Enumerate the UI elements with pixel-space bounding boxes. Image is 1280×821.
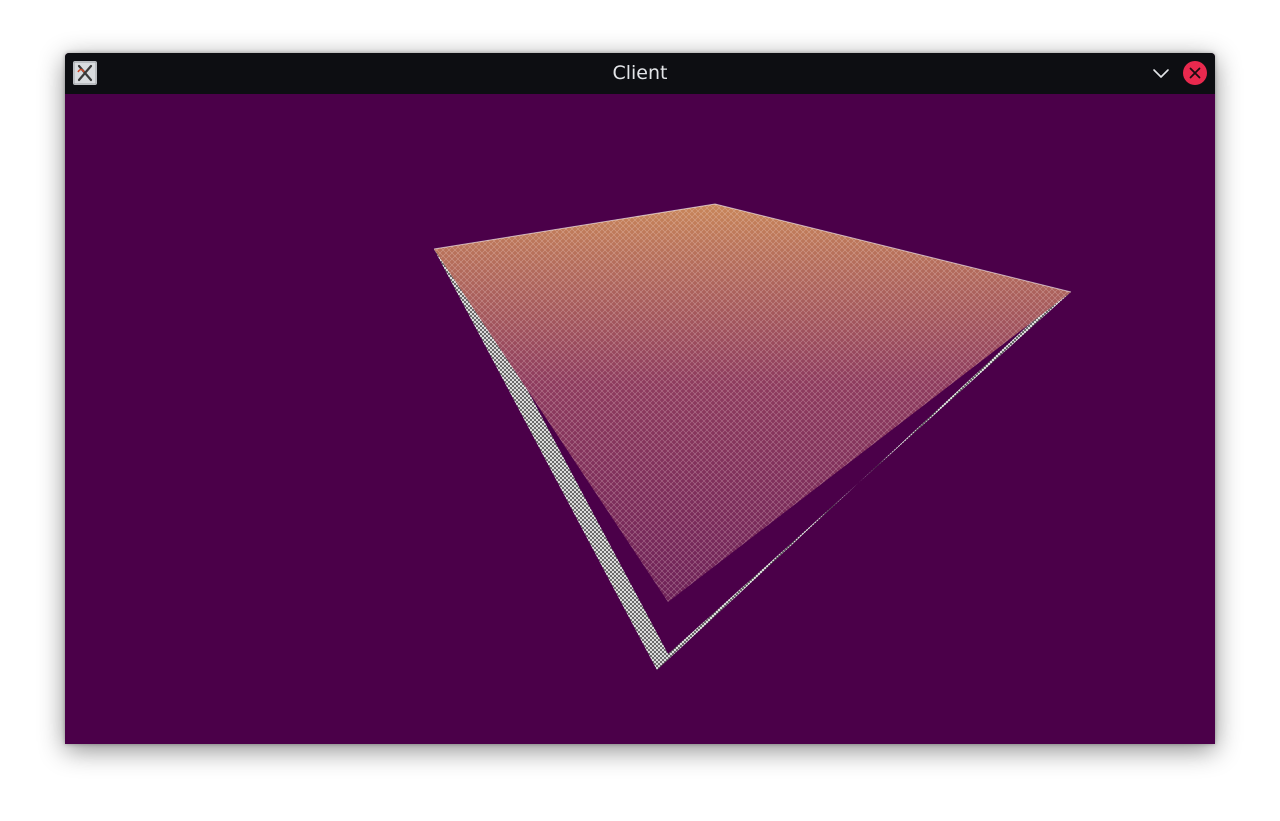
close-icon — [1189, 67, 1201, 79]
close-button[interactable] — [1183, 61, 1207, 85]
chevron-down-icon — [1153, 69, 1169, 78]
title-bar[interactable]: Client — [65, 53, 1215, 94]
minimize-button[interactable] — [1149, 61, 1173, 85]
client-window: Client — [65, 53, 1215, 744]
terrain-wireframe — [433, 203, 1072, 670]
render-viewport[interactable] — [65, 94, 1215, 744]
window-title: Client — [612, 62, 668, 84]
